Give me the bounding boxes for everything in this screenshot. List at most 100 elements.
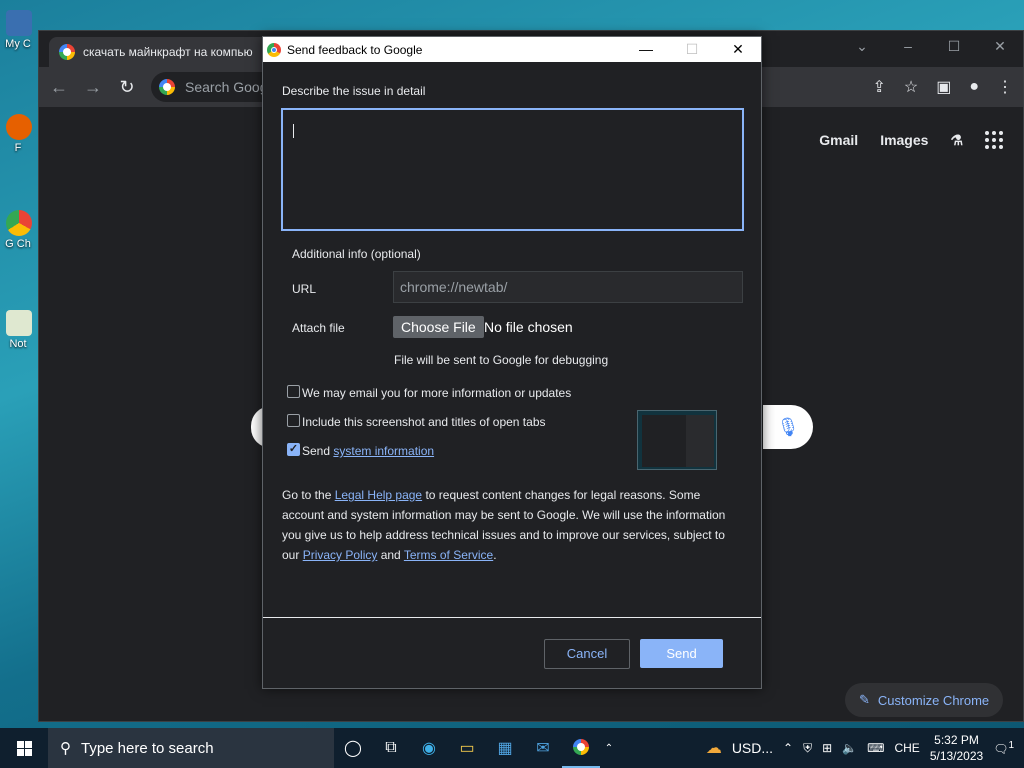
gmail-link[interactable]: Gmail [819, 132, 858, 148]
email-checkbox[interactable] [287, 385, 300, 398]
email-checkbox-label[interactable]: We may email you for more information or… [302, 386, 571, 400]
close-button[interactable]: ✕ [977, 31, 1023, 61]
volume-icon[interactable]: 🔈 [842, 741, 857, 755]
customize-chrome-label: Customize Chrome [877, 692, 990, 708]
search-icon: ⚲ [60, 740, 71, 757]
window-controls: ⌄ – ☐ ✕ [839, 31, 1023, 61]
mail-icon[interactable]: ✉ [524, 728, 562, 768]
share-icon[interactable]: ⇪ [872, 77, 885, 97]
send-button[interactable]: Send [640, 639, 723, 668]
legal-text: Go to the Legal Help page to request con… [282, 485, 745, 565]
search-box-right[interactable]: 🎙 [763, 405, 813, 449]
divider [263, 617, 761, 618]
apps-grid-icon[interactable] [985, 131, 1003, 149]
url-label: URL [292, 282, 317, 296]
profile-icon[interactable]: ● [969, 78, 979, 96]
clock-time: 5:32 PM [934, 733, 979, 747]
feedback-dialog: Send feedback to Google — ☐ ✕ Describe t… [262, 36, 762, 689]
keyboard-icon[interactable]: ⌨ [867, 741, 884, 755]
screenshot-thumbnail[interactable] [637, 410, 717, 470]
weather-icon[interactable]: ☁ [706, 738, 722, 758]
system-info-checkbox[interactable]: ✓ [287, 443, 300, 456]
chevron-up-icon[interactable]: ⌃ [783, 741, 793, 755]
security-shield-icon[interactable]: ⛨ [803, 741, 812, 756]
taskbar-search-placeholder: Type here to search [81, 739, 214, 757]
debug-note: File will be sent to Google for debuggin… [394, 353, 609, 367]
attach-file-label: Attach file [292, 321, 345, 335]
dialog-maximize-button: ☐ [685, 41, 699, 57]
side-panel-icon[interactable]: ▣ [936, 77, 951, 97]
back-icon[interactable]: ← [49, 77, 69, 98]
dialog-window-controls: — ☐ ✕ [623, 37, 761, 62]
google-favicon-icon [59, 44, 75, 60]
tab-title: скачать майнкрафт на компью [83, 45, 253, 59]
menu-icon[interactable]: ⋮ [997, 77, 1013, 97]
notification-icon[interactable]: 🗨1 [993, 740, 1014, 756]
file-explorer-icon[interactable]: ▭ [448, 728, 486, 768]
computer-icon [6, 10, 32, 36]
maximize-button[interactable]: ☐ [931, 31, 977, 61]
desktop-icon-label: My C [5, 38, 31, 50]
task-view-icon[interactable]: ⧉ [372, 728, 410, 768]
images-link[interactable]: Images [880, 132, 928, 148]
system-information-link[interactable]: system information [333, 444, 434, 458]
network-icon[interactable]: ⊞ [822, 741, 832, 755]
chrome-taskbar-icon[interactable] [562, 728, 600, 768]
notepad-icon [6, 310, 32, 336]
weather-text[interactable]: USD... [732, 740, 773, 756]
desktop-icon-chrome[interactable]: G Ch [0, 210, 36, 250]
text-caret [293, 124, 294, 138]
taskbar-search[interactable]: ⚲ Type here to search [48, 728, 334, 768]
cancel-button[interactable]: Cancel [544, 639, 630, 669]
microphone-icon[interactable]: 🎙 [777, 417, 800, 438]
store-icon[interactable]: ▦ [486, 728, 524, 768]
screenshot-checkbox-label[interactable]: Include this screenshot and titles of op… [302, 415, 546, 429]
minimize-button[interactable]: – [885, 31, 931, 61]
start-button[interactable] [0, 728, 48, 768]
legal-help-link[interactable]: Legal Help page [335, 488, 422, 502]
taskbar-scroll-icon[interactable]: ⌃ [600, 728, 618, 768]
legal-text-part: Go to the [282, 488, 335, 502]
labs-flask-icon[interactable]: ⚗ [950, 132, 963, 149]
dialog-title: Send feedback to Google [287, 42, 423, 57]
url-field[interactable]: chrome://newtab/ [393, 271, 743, 303]
desktop-icon-firefox[interactable]: F [0, 114, 36, 154]
screenshot-checkbox[interactable] [287, 414, 300, 427]
chrome-icon [6, 210, 32, 236]
legal-text-part: . [493, 548, 497, 562]
desktop-icon-label: G Ch [5, 238, 31, 250]
thumbnail-window-secondary [686, 415, 714, 467]
toolbar-right: ⇪ ☆ ▣ ● ⋮ [872, 77, 1013, 97]
google-icon [159, 79, 175, 95]
language-indicator[interactable]: CHE [894, 741, 919, 755]
omnibox-placeholder: Search Googl [185, 79, 271, 95]
forward-icon[interactable]: → [83, 77, 103, 98]
dialog-close-button[interactable]: ✕ [715, 37, 761, 62]
system-info-label: Send system information [302, 444, 434, 458]
legal-text-part: and [377, 548, 404, 562]
chrome-icon [573, 739, 589, 755]
dialog-minimize-button[interactable]: — [623, 37, 669, 62]
desktop-icon-notepad[interactable]: Not [0, 310, 36, 350]
dialog-titlebar: Send feedback to Google — ☐ ✕ [263, 37, 761, 62]
desktop-icon-label: Not [9, 338, 27, 350]
clock[interactable]: 5:32 PM 5/13/2023 [930, 732, 983, 764]
no-file-text: No file chosen [484, 319, 573, 335]
description-textarea[interactable] [281, 108, 744, 231]
thumbnail-window [642, 415, 686, 467]
privacy-policy-link[interactable]: Privacy Policy [303, 548, 378, 562]
desktop-icon-my-computer[interactable]: My C [0, 10, 36, 50]
bookmark-star-icon[interactable]: ☆ [904, 77, 918, 97]
system-tray: ☁ USD... ⌃ ⛨ ⊞ 🔈 ⌨ CHE 5:32 PM 5/13/2023… [706, 732, 1024, 764]
chrome-icon [267, 42, 281, 57]
customize-chrome-button[interactable]: ✎ Customize Chrome [845, 683, 1004, 717]
pencil-icon: ✎ [859, 692, 870, 707]
reload-icon[interactable]: ↻ [117, 77, 137, 98]
edge-icon[interactable]: ◉ [410, 728, 448, 768]
terms-of-service-link[interactable]: Terms of Service [404, 548, 493, 562]
cortana-icon[interactable]: ◯ [334, 728, 372, 768]
tab-search-icon[interactable]: ⌄ [839, 31, 885, 61]
taskbar: ⚲ Type here to search ◯ ⧉ ◉ ▭ ▦ ✉ ⌃ ☁ US… [0, 728, 1024, 768]
tab-active[interactable]: скачать майнкрафт на компью [49, 37, 279, 67]
choose-file-button[interactable]: Choose File [393, 316, 484, 338]
